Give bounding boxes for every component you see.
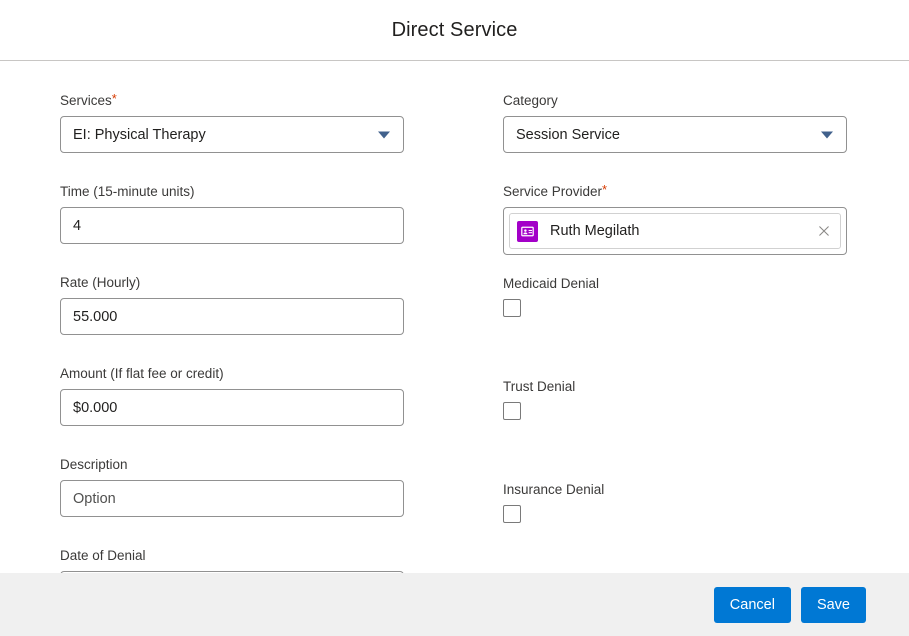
cancel-button[interactable]: Cancel <box>713 586 791 623</box>
label-service-provider-text: Service Provider <box>503 184 603 199</box>
dialog-body: Services* EI: Physical Therapy Time (15-… <box>0 62 909 608</box>
page-title: Direct Service <box>391 18 518 41</box>
label-description: Description <box>60 457 128 472</box>
field-time-units: Time (15-minute units) 4 <box>60 183 404 244</box>
save-button[interactable]: Save <box>800 586 866 623</box>
label-insurance-denial: Insurance Denial <box>503 482 605 497</box>
field-medicaid-denial: Medicaid Denial <box>503 275 847 317</box>
description-input[interactable]: Option <box>60 480 404 517</box>
field-rate-hourly: Rate (Hourly) 55.000 <box>60 274 404 335</box>
label-category: Category <box>503 93 558 108</box>
label-service-provider: Service Provider* <box>503 183 847 201</box>
field-description: Description Option <box>60 456 404 517</box>
required-indicator: * <box>602 182 608 197</box>
time-units-input[interactable]: 4 <box>60 207 404 244</box>
rate-hourly-input[interactable]: 55.000 <box>60 298 404 335</box>
category-select[interactable]: Session Service <box>503 116 847 153</box>
amount-input[interactable]: $0.000 <box>60 389 404 426</box>
label-services-text: Services <box>60 93 112 108</box>
checkbox-insurance-denial[interactable] <box>503 505 521 523</box>
person-name: Ruth Megilath <box>550 223 640 239</box>
form-left-column: Services* EI: Physical Therapy Time (15-… <box>60 92 404 608</box>
field-trust-denial: Trust Denial <box>503 378 847 420</box>
field-amount: Amount (If flat fee or credit) $0.000 <box>60 365 404 426</box>
service-provider-picker[interactable]: Ruth Megilath <box>503 207 847 255</box>
label-rate-hourly: Rate (Hourly) <box>60 275 141 290</box>
rate-hourly-value: 55.000 <box>73 308 118 325</box>
label-medicaid-denial: Medicaid Denial <box>503 276 600 291</box>
label-date-of-denial: Date of Denial <box>60 548 146 563</box>
close-icon[interactable] <box>816 223 832 239</box>
form-right-column: Category Session Service Service Provide… <box>503 92 847 573</box>
field-category: Category Session Service <box>503 92 847 153</box>
dialog-footer: Cancel Save <box>0 573 909 636</box>
category-value: Session Service <box>516 126 620 143</box>
field-insurance-denial: Insurance Denial <box>503 481 847 523</box>
label-time-units: Time (15-minute units) <box>60 184 195 199</box>
time-units-value: 4 <box>73 217 82 234</box>
chevron-down-icon <box>378 131 390 138</box>
services-select[interactable]: EI: Physical Therapy <box>60 116 404 153</box>
label-services: Services* <box>60 92 404 110</box>
description-value: Option <box>73 490 116 507</box>
chevron-down-icon <box>821 131 833 138</box>
checkbox-trust-denial[interactable] <box>503 402 521 420</box>
contact-card-icon <box>517 220 538 242</box>
field-services: Services* EI: Physical Therapy <box>60 92 404 153</box>
checkbox-medicaid-denial[interactable] <box>503 299 521 317</box>
amount-value: $0.000 <box>73 399 118 416</box>
required-indicator: * <box>111 91 117 106</box>
person-tag[interactable]: Ruth Megilath <box>509 213 841 249</box>
dialog-header: Direct Service <box>0 0 909 61</box>
field-service-provider: Service Provider* Ruth Megilath <box>503 183 847 255</box>
label-amount: Amount (If flat fee or credit) <box>60 366 224 381</box>
services-value: EI: Physical Therapy <box>73 126 206 143</box>
label-trust-denial: Trust Denial <box>503 379 576 394</box>
